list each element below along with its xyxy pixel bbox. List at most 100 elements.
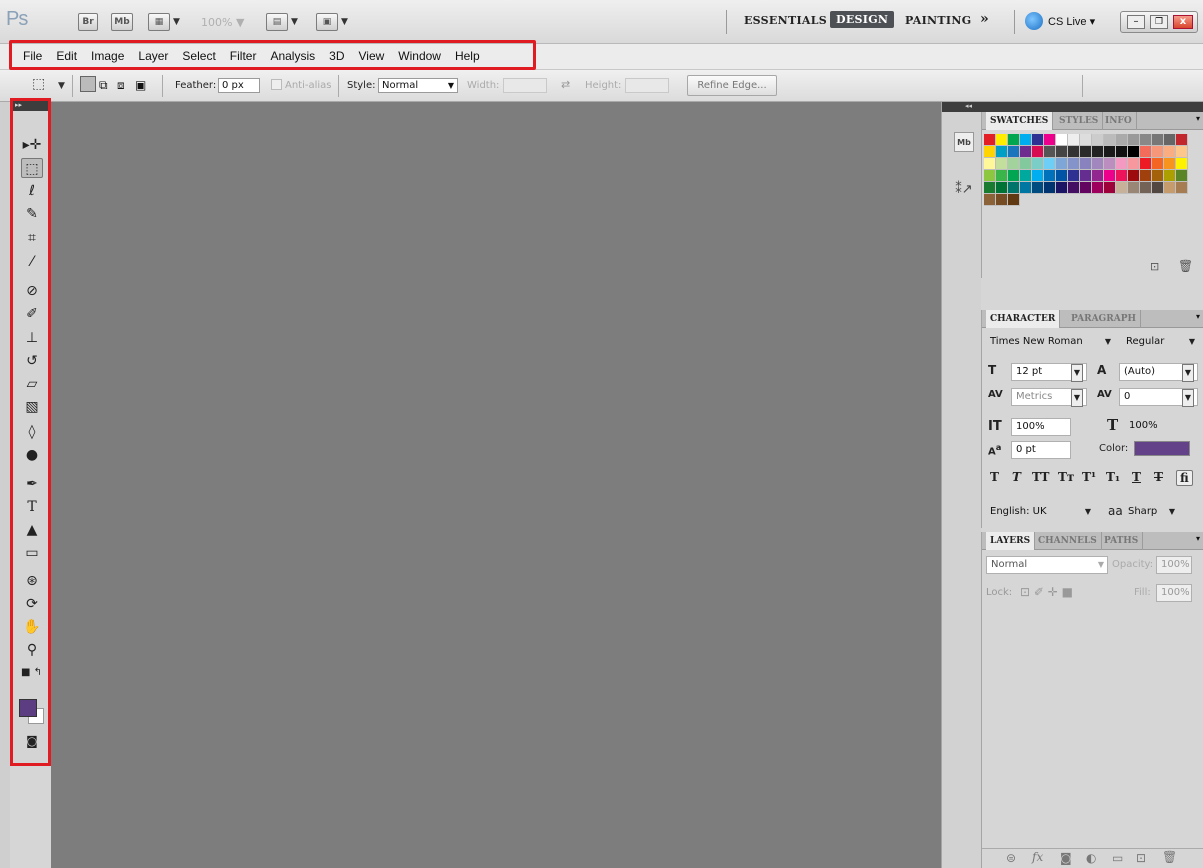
tab-paragraph[interactable]: PARAGRAPH bbox=[1067, 310, 1141, 328]
color-swatch[interactable] bbox=[1116, 134, 1128, 146]
new-group-icon[interactable]: ▭ bbox=[1112, 851, 1123, 865]
menu-file[interactable]: File bbox=[16, 46, 49, 67]
color-swatch[interactable] bbox=[996, 146, 1008, 158]
color-swatch[interactable] bbox=[1068, 146, 1080, 158]
gradient-tool-icon[interactable]: ▧ bbox=[21, 397, 43, 417]
color-swatch[interactable] bbox=[1152, 134, 1164, 146]
color-swatch[interactable] bbox=[996, 182, 1008, 194]
strikethrough-button[interactable]: T bbox=[1154, 470, 1163, 484]
superscript-button[interactable]: T¹ bbox=[1082, 470, 1096, 484]
color-swatch[interactable] bbox=[1080, 182, 1092, 194]
document-area[interactable] bbox=[51, 102, 941, 868]
color-swatch[interactable] bbox=[1128, 134, 1140, 146]
color-swatch[interactable] bbox=[1164, 182, 1176, 194]
healing-brush-tool-icon[interactable]: ⊘ bbox=[21, 281, 43, 301]
swatch-grid[interactable] bbox=[984, 134, 1188, 206]
color-swatch[interactable] bbox=[1068, 170, 1080, 182]
view-extras-button[interactable]: ▦ bbox=[148, 13, 170, 31]
color-swatch[interactable] bbox=[1008, 170, 1020, 182]
path-selection-tool-icon[interactable]: ▲ bbox=[21, 520, 43, 540]
color-swatch[interactable] bbox=[1152, 170, 1164, 182]
link-layers-icon[interactable]: ⊜ bbox=[1006, 851, 1016, 865]
crop-tool-icon[interactable]: ⌗ bbox=[21, 228, 43, 248]
tab-character[interactable]: CHARACTER bbox=[986, 310, 1061, 328]
workspace-essentials[interactable]: ESSENTIALS bbox=[744, 14, 827, 27]
language-select[interactable]: English: UK ▼ bbox=[986, 504, 1094, 522]
quick-mask-icon[interactable]: ◙ bbox=[21, 731, 43, 751]
more-workspaces-button[interactable]: » bbox=[980, 11, 989, 27]
tab-layers[interactable]: LAYERS bbox=[986, 532, 1036, 550]
history-brush-tool-icon[interactable]: ↺ bbox=[21, 351, 43, 371]
collapse-panels-icon[interactable]: ◂◂ bbox=[942, 102, 1203, 112]
color-swatch[interactable] bbox=[1140, 158, 1152, 170]
adjustment-layer-icon[interactable]: ◐ bbox=[1086, 851, 1096, 865]
tab-styles[interactable]: STYLES bbox=[1055, 112, 1104, 130]
panel-menu-icon[interactable]: ▾ bbox=[1196, 312, 1200, 321]
color-swatch[interactable] bbox=[1056, 170, 1068, 182]
color-swatch[interactable] bbox=[1044, 134, 1056, 146]
marquee-preset-icon[interactable]: ⬚ bbox=[32, 76, 45, 92]
zoom-tool-icon[interactable]: ⚲ bbox=[21, 640, 43, 660]
marquee-tool-icon[interactable]: ⬚ bbox=[21, 158, 43, 178]
color-swatch[interactable] bbox=[1116, 158, 1128, 170]
color-swatch[interactable] bbox=[1128, 182, 1140, 194]
color-swatch[interactable] bbox=[1044, 158, 1056, 170]
3d-orbit-tool-icon[interactable]: ⟳ bbox=[21, 594, 43, 614]
color-swatch[interactable] bbox=[1152, 146, 1164, 158]
color-swatch[interactable] bbox=[1116, 170, 1128, 182]
bridge-button[interactable]: Br bbox=[78, 13, 98, 31]
screen-mode-button[interactable]: ▣ bbox=[316, 13, 338, 31]
lock-icons[interactable]: ⊡ ✐ ✛ ■ bbox=[1020, 585, 1073, 599]
tab-paths[interactable]: PATHS bbox=[1100, 532, 1144, 550]
color-swatch[interactable] bbox=[996, 158, 1008, 170]
chevron-down-icon[interactable]: ▼ bbox=[341, 17, 348, 27]
chevron-down-icon[interactable]: ▼ bbox=[58, 81, 65, 91]
cs-live-menu[interactable]: CS Live ▾ bbox=[1048, 15, 1095, 28]
clone-stamp-tool-icon[interactable]: ⊥ bbox=[21, 328, 43, 348]
eyedropper-tool-icon[interactable]: ⁄ bbox=[21, 252, 43, 272]
underline-button[interactable]: T bbox=[1132, 470, 1141, 484]
brush-tool-icon[interactable]: ✐ bbox=[21, 304, 43, 324]
tab-info[interactable]: INFO bbox=[1101, 112, 1137, 130]
color-swatch[interactable] bbox=[1032, 158, 1044, 170]
color-swatch[interactable] bbox=[1152, 158, 1164, 170]
color-swatch[interactable] bbox=[1080, 158, 1092, 170]
leading-select[interactable]: (Auto) ▼ bbox=[1119, 363, 1198, 382]
ligatures-button[interactable]: fi bbox=[1176, 470, 1193, 486]
color-swatch[interactable] bbox=[984, 134, 996, 146]
shape-tool-icon[interactable]: ▭ bbox=[21, 543, 43, 563]
color-swatch[interactable] bbox=[1008, 158, 1020, 170]
color-swatch[interactable] bbox=[996, 194, 1008, 206]
arrange-documents-button[interactable]: ▤ bbox=[266, 13, 288, 31]
color-swatch[interactable] bbox=[1020, 146, 1032, 158]
color-swatch[interactable] bbox=[1032, 182, 1044, 194]
faux-bold-button[interactable]: T bbox=[990, 470, 999, 484]
color-swatch[interactable] bbox=[1020, 182, 1032, 194]
color-swatch[interactable] bbox=[1140, 134, 1152, 146]
tab-swatches[interactable]: SWATCHES bbox=[986, 112, 1054, 130]
layer-mask-icon[interactable]: ◙ bbox=[1060, 851, 1072, 865]
feather-input[interactable]: 0 px bbox=[218, 78, 260, 93]
color-swatch[interactable] bbox=[996, 134, 1008, 146]
fill-input[interactable]: 100% bbox=[1156, 584, 1192, 602]
color-swatch[interactable] bbox=[1164, 170, 1176, 182]
menu-help[interactable]: Help bbox=[448, 46, 487, 67]
color-swatch[interactable] bbox=[1056, 182, 1068, 194]
tab-channels[interactable]: CHANNELS bbox=[1034, 532, 1102, 550]
color-swatch[interactable] bbox=[1008, 182, 1020, 194]
small-caps-button[interactable]: Tт bbox=[1058, 470, 1074, 484]
color-swatch[interactable] bbox=[1176, 158, 1188, 170]
all-caps-button[interactable]: TT bbox=[1032, 470, 1049, 484]
panel-menu-icon[interactable]: ▾ bbox=[1196, 534, 1200, 543]
color-swatch[interactable] bbox=[996, 170, 1008, 182]
mini-bridge-button[interactable]: Mb bbox=[111, 13, 133, 31]
kerning-select[interactable]: Metrics ▼ bbox=[1011, 388, 1087, 407]
color-swatch[interactable] bbox=[1020, 158, 1032, 170]
color-swatch[interactable] bbox=[1140, 170, 1152, 182]
color-swatch[interactable] bbox=[1008, 194, 1020, 206]
minimize-icon[interactable]: – bbox=[1127, 15, 1145, 29]
color-swatch[interactable] bbox=[1056, 158, 1068, 170]
vertical-scale-input[interactable]: 100% bbox=[1011, 418, 1071, 436]
color-swatch[interactable] bbox=[1104, 170, 1116, 182]
color-swatch[interactable] bbox=[984, 194, 996, 206]
